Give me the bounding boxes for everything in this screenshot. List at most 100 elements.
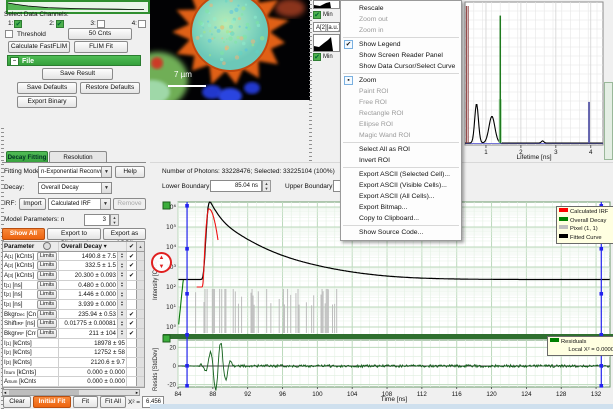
restore-defaults-button[interactable]: Restore Defaults — [80, 82, 140, 94]
menu-item-show-screen-reader-panel[interactable]: Show Screen Reader Panel — [341, 50, 461, 61]
table-horizontal-scrollbar[interactable]: ◄ ► — [2, 389, 140, 396]
table-row[interactable]: t[3] [ns]Limits3.939 ± 0.000▲▼ — [3, 300, 144, 310]
parameter-value[interactable]: 235.94 ± 0.53 — [58, 310, 117, 319]
chevron-down-icon[interactable]: ▼ — [101, 183, 111, 193]
threshold-counts-button[interactable]: 50 Cnts — [68, 28, 132, 40]
image-panel-splitter[interactable] — [309, 0, 312, 163]
value-spinner[interactable]: ▲▼ — [117, 310, 126, 319]
value-spinner[interactable]: ▲▼ — [117, 319, 126, 328]
table-row[interactable]: A[1] [kCnts]Limits1490.8 ± 7.5▲▼✔ — [3, 252, 144, 262]
row-check[interactable]: ✔ — [126, 310, 136, 319]
value-spinner[interactable]: ▲▼ — [117, 300, 126, 309]
lower-boundary-spinner[interactable] — [262, 180, 271, 192]
scroll-right-icon[interactable]: ► — [135, 390, 139, 395]
row-check[interactable] — [126, 339, 136, 348]
parameter-value[interactable]: 0.480 ± 0.000 — [58, 281, 117, 290]
parameter-value[interactable]: 3.939 ± 0.000 — [58, 300, 117, 309]
parameter-value[interactable]: 2120.6 ± 9.7 — [58, 358, 126, 367]
menu-item-show-data-cursor-select-curve[interactable]: Show Data Cursor/Select Curve — [341, 61, 461, 72]
fit-button[interactable]: Fit — [73, 396, 98, 408]
irf-dropdown[interactable]: Calculated IRF▼ — [48, 198, 111, 210]
limits-button[interactable]: Limits — [37, 310, 57, 319]
value-spinner[interactable]: ▲▼ — [117, 281, 126, 290]
menu-item-copy-to-clipboard[interactable]: Copy to Clipboard... — [341, 213, 461, 224]
channel-4-checkbox[interactable] — [138, 20, 146, 28]
table-row[interactable]: I[2] [kCnts]12752 ± 58 — [3, 348, 144, 358]
calculate-fastflim-button[interactable]: Calculate FastFLIM — [8, 41, 70, 53]
menu-item-show-source-code[interactable]: Show Source Code... — [341, 227, 461, 238]
menu-item-export-ascii-selected-cell[interactable]: Export ASCII (Selected Cell)... — [341, 169, 461, 180]
value-spinner[interactable]: ▲▼ — [117, 290, 126, 299]
save-defaults-button[interactable]: Save Defaults — [17, 82, 77, 94]
row-check[interactable] — [126, 368, 136, 377]
parameter-value[interactable]: 211 ± 104 — [58, 329, 117, 338]
limits-button[interactable]: Limits — [37, 252, 57, 261]
limits-button[interactable]: Limits — [37, 271, 57, 280]
intensity-image[interactable]: 7 µm — [150, 0, 310, 100]
table-scrollbar[interactable] — [136, 339, 144, 348]
export-binary-button[interactable]: Export Binary — [17, 96, 77, 108]
table-row[interactable]: A[3] [kCnts]Limits20.300 ± 0.093▲▼✔ — [3, 271, 144, 281]
row-check[interactable]: ✔ — [126, 261, 136, 270]
limits-button[interactable]: Limits — [37, 329, 57, 338]
menu-item-show-legend[interactable]: ✔Show Legend — [341, 39, 461, 50]
table-row[interactable]: I[1] [kCnts]18978 ± 95 — [3, 339, 144, 349]
row-check[interactable] — [126, 300, 136, 309]
value-spinner[interactable]: ▲▼ — [117, 329, 126, 338]
parameter-value[interactable]: 0.01775 ± 0.00081 — [58, 319, 117, 328]
table-row[interactable]: I[3] [kCnts]2120.6 ± 9.7 — [3, 358, 144, 368]
row-check[interactable]: ✔ — [126, 271, 136, 280]
value-spinner[interactable]: ▲▼ — [117, 252, 126, 261]
table-row[interactable]: BkgrIRF [Cnts]Limits211 ± 104▲▼✔ — [3, 329, 144, 339]
clear-button[interactable]: Clear — [3, 396, 31, 408]
initial-fit-button[interactable]: Initial Fit — [33, 396, 71, 408]
table-scrollbar[interactable] — [136, 377, 144, 386]
table-scrollbar[interactable] — [136, 271, 144, 280]
channel-2-checkbox[interactable]: ✔ — [56, 20, 64, 28]
menu-item-export-ascii-visible-cells[interactable]: Export ASCII (Visible Cells)... — [341, 180, 461, 191]
channel-1-checkbox[interactable]: ✔ — [14, 20, 22, 28]
fit-all-button[interactable]: Fit All — [100, 396, 126, 408]
row-check[interactable] — [126, 377, 136, 386]
min-checkbox[interactable]: ✔ — [313, 11, 321, 19]
table-scrollbar[interactable] — [136, 252, 144, 261]
row-check[interactable]: ✔ — [126, 329, 136, 338]
lower-boundary-field[interactable]: 85.04 ns — [210, 180, 262, 192]
table-row[interactable]: ISum [kCnts]0.000 ± 0.000 — [3, 368, 144, 378]
collapse-icon[interactable]: – — [10, 57, 19, 66]
menu-item-export-ascii-all-cells[interactable]: Export ASCII (All Cells)... — [341, 191, 461, 202]
parameter-value[interactable]: 1.446 ± 0.000 — [58, 290, 117, 299]
header-column[interactable]: Overall Decay ▾ — [58, 242, 126, 251]
table-row[interactable]: t[2] [ns]Limits1.446 ± 0.000▲▼ — [3, 290, 144, 300]
row-check[interactable] — [126, 348, 136, 357]
channel-3-checkbox[interactable] — [97, 20, 105, 28]
value-spinner[interactable]: ▲▼ — [117, 271, 126, 280]
limits-button[interactable]: Limits — [37, 261, 57, 270]
table-row[interactable]: ShiftIRF [ns]Limits0.01775 ± 0.00081▲▼✔ — [3, 319, 144, 329]
pan-axis-icon[interactable] — [151, 252, 172, 273]
scroll-left-icon[interactable]: ◄ — [3, 390, 7, 395]
histogram-thumbnail-bottom[interactable] — [313, 34, 340, 52]
table-scrollbar[interactable] — [136, 358, 144, 367]
table-scrollbar[interactable] — [136, 329, 144, 338]
export-as-ascii-button[interactable]: Export as ASCII — [103, 228, 146, 240]
table-scrollbar[interactable] — [136, 319, 144, 328]
table-row[interactable]: ASum [kCnts]0.000 ± 0.000 — [3, 377, 144, 387]
parameter-value[interactable]: 332.5 ± 1.5 — [58, 261, 117, 270]
limits-button[interactable]: Limits — [37, 319, 57, 328]
table-scrollbar[interactable] — [136, 310, 144, 319]
range-source-dropdown[interactable]: A[2][a.u.] — [313, 22, 340, 32]
threshold-checkbox[interactable] — [5, 30, 13, 38]
export-to-clipboard-button[interactable]: Export to Clipboard — [47, 228, 101, 240]
irf-import-button[interactable]: Import — [19, 198, 46, 210]
lifetime-histogram[interactable]: 1234 — [462, 0, 613, 154]
parameter-value[interactable]: 0.000 ± 0.000 — [58, 368, 126, 377]
fitting-model-dropdown[interactable]: n-Exponential Reconvolutio▼ — [38, 166, 112, 178]
parameter-value[interactable]: 12752 ± 58 — [58, 348, 126, 357]
table-scrollbar[interactable] — [136, 281, 144, 290]
parameter-value[interactable]: 0.000 ± 0.000 — [58, 377, 126, 386]
table-scrollbar-up[interactable]: ▲ — [136, 242, 144, 251]
menu-item-zoom[interactable]: ▪Zoom — [341, 75, 461, 86]
value-spinner[interactable]: ▲▼ — [117, 261, 126, 270]
table-row[interactable]: A[2] [kCnts]Limits332.5 ± 1.5▲▼✔ — [3, 261, 144, 271]
